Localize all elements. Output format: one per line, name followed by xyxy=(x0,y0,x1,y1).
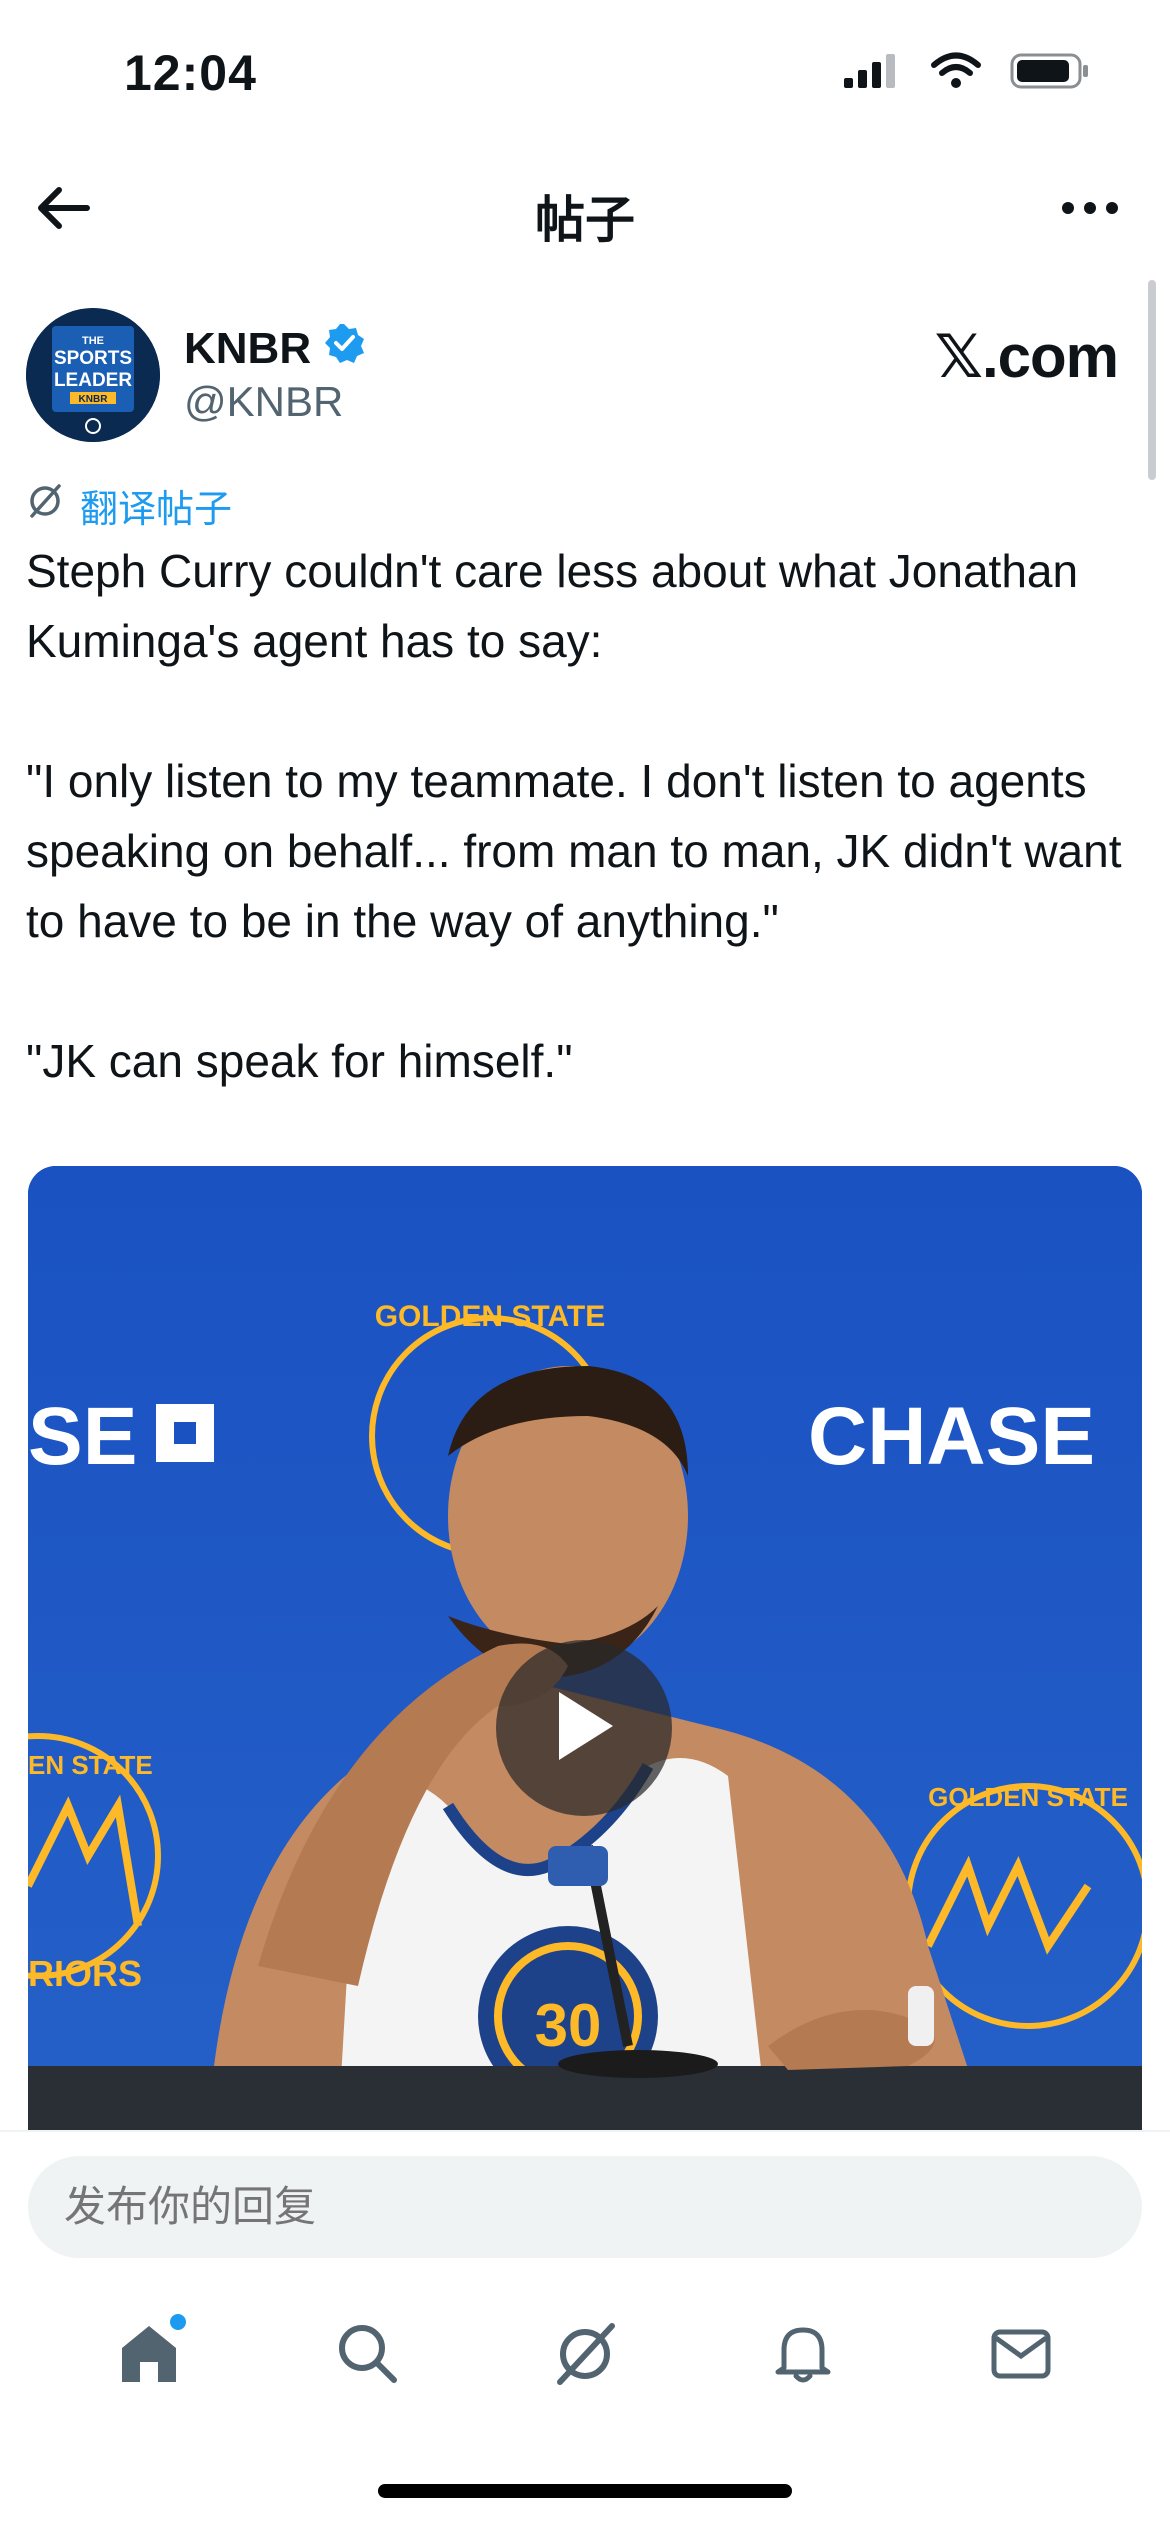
tab-home[interactable] xyxy=(94,2300,204,2410)
avatar-text-the: THE xyxy=(82,335,104,347)
page-title: 帖子 xyxy=(535,192,635,248)
post-text: Steph Curry couldn't care less about wha… xyxy=(26,536,1146,1096)
tab-messages[interactable] xyxy=(966,2300,1076,2410)
more-button[interactable] xyxy=(1050,175,1130,245)
avatar-text-knbr: KNBR xyxy=(79,394,109,405)
author-name-label: KNBR xyxy=(184,323,312,373)
verified-badge-icon xyxy=(323,322,365,375)
backdrop-text-left: SE xyxy=(28,1391,137,1482)
play-button[interactable] xyxy=(496,1640,672,1816)
avatar[interactable]: THE SPORTS LEADER KNBR xyxy=(26,308,160,442)
status-time: 12:04 xyxy=(124,45,257,101)
tab-grok[interactable] xyxy=(530,2300,640,2410)
jersey-number: 30 xyxy=(535,1992,602,2059)
home-indicator xyxy=(378,2484,792,2498)
grok-icon xyxy=(552,2320,618,2391)
nav-bar: 帖子 xyxy=(0,150,1170,265)
reply-input[interactable] xyxy=(28,2156,1142,2258)
post-paragraph: Steph Curry couldn't care less about wha… xyxy=(26,545,1091,667)
status-icons xyxy=(842,52,1090,95)
search-icon xyxy=(334,2320,400,2391)
source-logo: 𝕏.com xyxy=(934,323,1119,390)
logo-text-left: EN STATE xyxy=(28,1750,153,1780)
wifi-icon xyxy=(930,52,982,95)
bell-icon xyxy=(770,2320,836,2391)
logo-text-right: GOLDEN STATE xyxy=(928,1782,1128,1812)
play-icon xyxy=(549,1686,619,1771)
home-icon xyxy=(116,2320,182,2391)
backdrop-text-right: CHASE xyxy=(808,1391,1095,1482)
logo-text-left-bottom: RIORS xyxy=(28,1953,142,1994)
post-paragraph: "JK can speak for himself." xyxy=(26,1035,573,1087)
battery-icon xyxy=(1010,52,1090,95)
avatar-text-sports: SPORTS xyxy=(54,348,132,369)
grok-icon xyxy=(26,482,64,530)
more-horizontal-icon xyxy=(1060,200,1120,221)
reply-divider xyxy=(0,2130,1170,2132)
tab-bar xyxy=(0,2300,1170,2410)
status-bar: 12:04 xyxy=(0,0,1170,150)
author-handle[interactable]: @KNBR xyxy=(184,378,343,426)
translate-label: 翻译帖子 xyxy=(80,489,233,531)
logo-text-top: GOLDEN STATE xyxy=(375,1300,606,1333)
tab-notifications[interactable] xyxy=(748,2300,858,2410)
scroll-indicator[interactable] xyxy=(1148,280,1156,480)
mail-icon xyxy=(988,2320,1054,2391)
cellular-signal-icon xyxy=(842,52,902,95)
author-name[interactable]: KNBR xyxy=(184,322,365,375)
tab-search[interactable] xyxy=(312,2300,422,2410)
post-paragraph: "I only listen to my teammate. I don't l… xyxy=(26,755,1135,947)
translate-post-link[interactable]: 翻译帖子 xyxy=(26,478,232,533)
home-notification-dot xyxy=(170,2314,186,2330)
video-player[interactable]: SE CHASE GOLDEN STATE EN STATE RIORS GOL… xyxy=(28,1166,1142,2130)
avatar-text-leader: LEADER xyxy=(54,370,132,391)
